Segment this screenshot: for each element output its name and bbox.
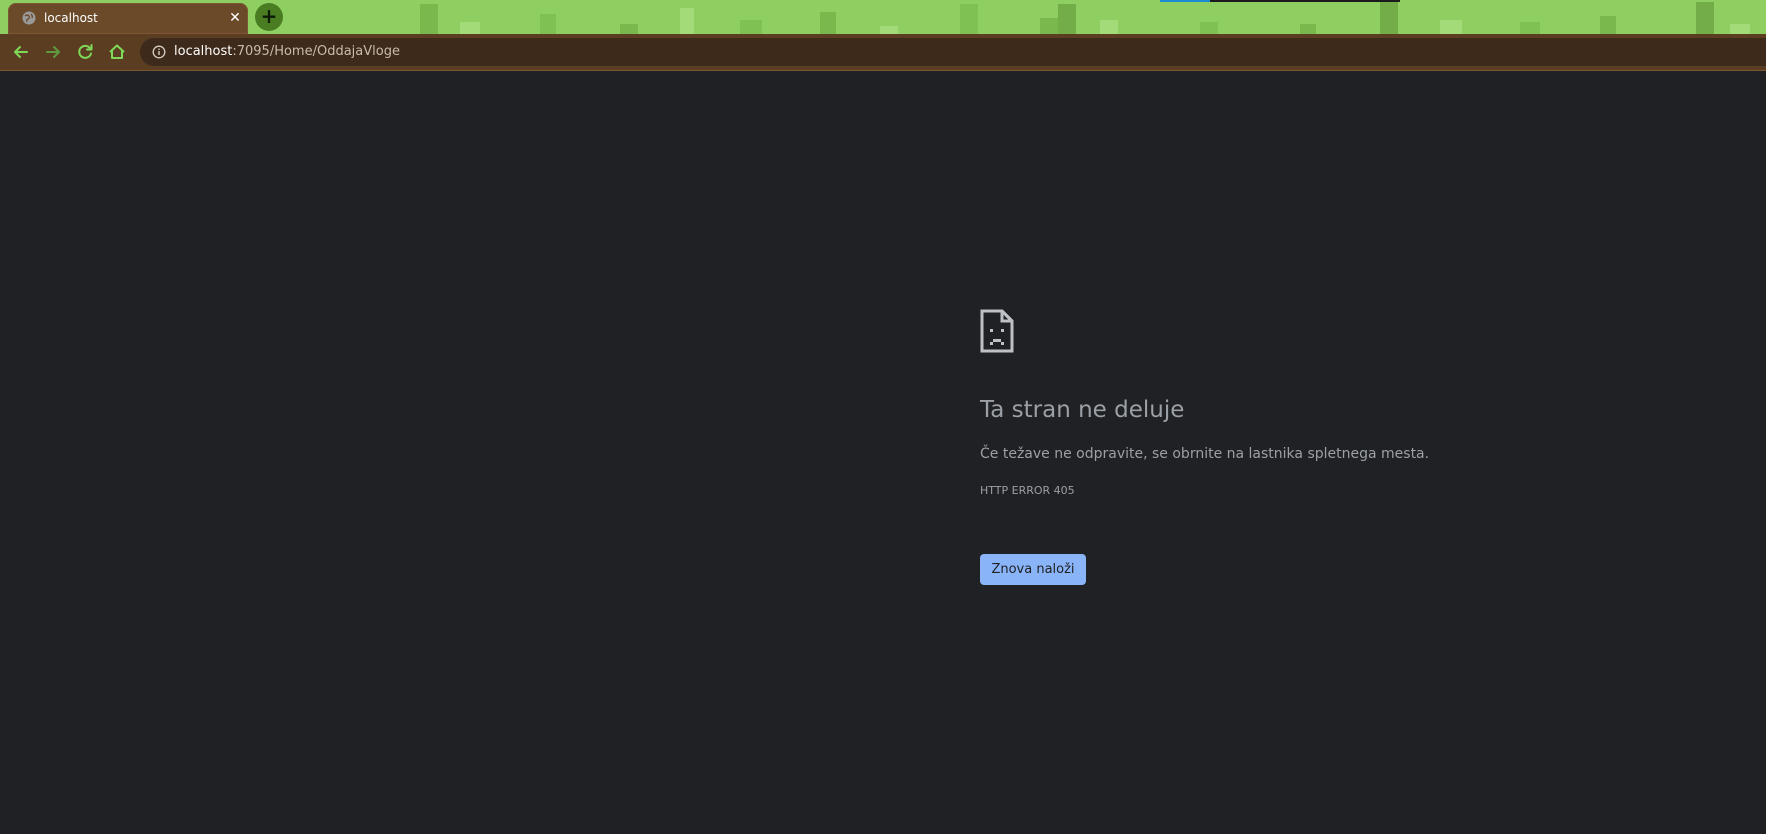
error-description: Če težave ne odpravite, se obrnite na la… bbox=[980, 446, 1430, 462]
tab-title: localhost bbox=[44, 11, 98, 25]
tab-strip: localhost ✕ + bbox=[0, 0, 1766, 34]
info-icon[interactable] bbox=[152, 45, 166, 59]
reload-icon[interactable] bbox=[74, 41, 96, 63]
page-title: Ta stran ne deluje bbox=[980, 397, 1185, 423]
address-bar[interactable]: localhost:7095/Home/OddajaVloge bbox=[140, 38, 1766, 66]
page-content: Ta stran ne deluje Če težave ne odpravit… bbox=[0, 71, 1766, 834]
sad-page-icon bbox=[980, 309, 1014, 353]
reload-button[interactable]: Znova naloži bbox=[980, 554, 1086, 585]
globe-icon bbox=[22, 11, 36, 25]
url-path: :7095/Home/OddajaVloge bbox=[232, 44, 400, 59]
url-host: localhost bbox=[174, 44, 233, 59]
url-text: localhost:7095/Home/OddajaVloge bbox=[174, 44, 400, 59]
tab-localhost[interactable]: localhost ✕ bbox=[8, 3, 248, 34]
home-icon[interactable] bbox=[106, 41, 128, 63]
arrow-left-icon[interactable] bbox=[10, 41, 32, 63]
plus-icon[interactable]: + bbox=[255, 3, 283, 31]
arrow-right-icon[interactable] bbox=[42, 41, 64, 63]
error-code: HTTP ERROR 405 bbox=[980, 484, 1075, 497]
toolbar: localhost:7095/Home/OddajaVloge bbox=[0, 34, 1766, 71]
close-icon[interactable]: ✕ bbox=[226, 9, 244, 27]
